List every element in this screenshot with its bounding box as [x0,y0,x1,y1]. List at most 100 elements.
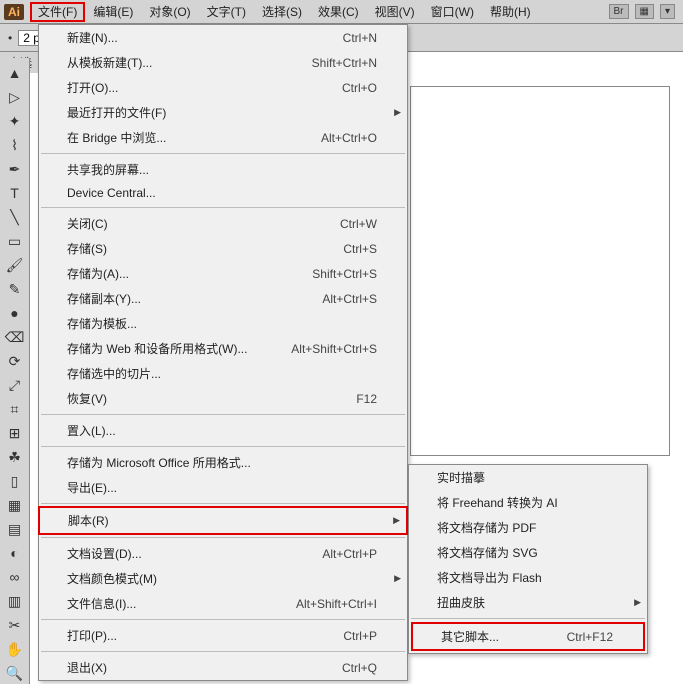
menu-item-label: 置入(L)... [67,422,116,439]
menu-item-最近打开的文件(F)[interactable]: 最近打开的文件(F) [39,100,407,125]
menu-item-label: 打印(P)... [67,627,117,644]
tool-free[interactable]: ⊞ [3,422,27,444]
tool-sel[interactable]: ▲ [3,62,27,84]
menu-item-shortcut: Alt+Ctrl+O [321,131,389,145]
menu-文字(T)[interactable]: 文字(T) [199,2,254,22]
menu-item-存储为模板...[interactable]: 存储为模板... [39,311,407,336]
tool-pencil[interactable]: ✎ [3,278,27,300]
menu-选择(S)[interactable]: 选择(S) [254,2,310,22]
menu-item-label: 新建(N)... [67,29,118,46]
tool-crop[interactable]: ✂ [3,614,27,636]
menu-item-共享我的屏幕...[interactable]: 共享我的屏幕... [39,157,407,182]
menu-item-导出(E)...[interactable]: 导出(E)... [39,475,407,500]
menu-item-Device Central...[interactable]: Device Central... [39,182,407,204]
tool-hand[interactable]: ✋ [3,638,27,660]
menu-item-将文档存储为 PDF[interactable]: 将文档存储为 PDF [409,515,647,540]
menu-item-label: 共享我的屏幕... [67,161,149,178]
tool-eyedrop[interactable]: ◐ [3,542,27,564]
menu-item-label: 将文档存储为 SVG [437,544,538,561]
menu-item-存储为(A)...[interactable]: 存储为(A)...Shift+Ctrl+S [39,261,407,286]
menu-item-存储(S)[interactable]: 存储(S)Ctrl+S [39,236,407,261]
br-icon[interactable]: Br [609,4,629,19]
tool-line[interactable]: ╲ [3,206,27,228]
menu-item-label: 最近打开的文件(F) [67,104,166,121]
menu-item-label: Device Central... [67,186,156,200]
tool-warp[interactable]: ⌗ [3,398,27,420]
menu-item-文档颜色模式(M)[interactable]: 文档颜色模式(M) [39,566,407,591]
tool-rect[interactable]: ▭ [3,230,27,252]
menu-item-关闭(C)[interactable]: 关闭(C)Ctrl+W [39,211,407,236]
menubar: Ai 文件(F)编辑(E)对象(O)文字(T)选择(S)效果(C)视图(V)窗口… [0,0,683,24]
app-badge: Ai [4,4,24,20]
menu-item-label: 从模板新建(T)... [67,54,152,71]
menu-编辑(E)[interactable]: 编辑(E) [85,2,141,22]
menu-item-文件信息(I)...[interactable]: 文件信息(I)... Alt+Shift+Ctrl+I [39,591,407,616]
menu-item-扭曲皮肤[interactable]: 扭曲皮肤 [409,590,647,615]
tool-gradient[interactable]: ▤ [3,518,27,540]
tool-brush[interactable]: 🖌 [3,254,27,276]
menu-item-shortcut: Shift+Ctrl+N [312,56,389,70]
menu-item-在 Bridge 中浏览...[interactable]: 在 Bridge 中浏览... Alt+Ctrl+O [39,125,407,150]
menu-item-将 Freehand 转换为 AI[interactable]: 将 Freehand 转换为 AI [409,490,647,515]
separator [41,619,405,620]
menu-item-打印(P)...[interactable]: 打印(P)...Ctrl+P [39,623,407,648]
menu-item-label: 将 Freehand 转换为 AI [437,494,558,511]
menu-item-label: 将文档存储为 PDF [437,519,536,536]
menu-item-label: 扭曲皮肤 [437,594,485,611]
tool-pen[interactable]: ✒ [3,158,27,180]
menu-item-存储副本(Y)...[interactable]: 存储副本(Y)...Alt+Ctrl+S [39,286,407,311]
menu-item-label: 存储副本(Y)... [67,290,141,307]
tool-direct[interactable]: ▷ [3,86,27,108]
arrange-icon[interactable]: ▦ [635,4,654,19]
menu-item-将文档导出为 Flash[interactable]: 将文档导出为 Flash [409,565,647,590]
tool-wand[interactable]: ✦ [3,110,27,132]
menu-item-从模板新建(T)...[interactable]: 从模板新建(T)... Shift+Ctrl+N [39,50,407,75]
stroke-weight-label: • [8,31,12,45]
menu-视图(V)[interactable]: 视图(V) [367,2,423,22]
menu-item-存储为 Microsoft Office 所用格式...[interactable]: 存储为 Microsoft Office 所用格式... [39,450,407,475]
menu-窗口(W)[interactable]: 窗口(W) [423,2,482,22]
tool-mesh[interactable]: ▦ [3,494,27,516]
menu-item-shortcut: Shift+Ctrl+S [312,267,389,281]
tool-zoom[interactable]: 🔍 [3,662,27,684]
menu-item-将文档存储为 SVG[interactable]: 将文档存储为 SVG [409,540,647,565]
menu-效果(C)[interactable]: 效果(C) [310,2,367,22]
menu-item-shortcut: Ctrl+W [340,217,389,231]
menu-对象(O)[interactable]: 对象(O) [141,2,198,22]
menu-item-置入(L)...[interactable]: 置入(L)... [39,418,407,443]
menu-item-存储选中的切片...[interactable]: 存储选中的切片... [39,361,407,386]
menu-帮助(H)[interactable]: 帮助(H) [482,2,539,22]
tool-graph[interactable]: ▯ [3,470,27,492]
menu-item-shortcut: Ctrl+O [342,81,389,95]
separator [41,207,405,208]
right-toolbar: Br ▦ ▾ [609,4,683,19]
menu-item-存储为 Web 和设备所用格式(W)...[interactable]: 存储为 Web 和设备所用格式(W)...Alt+Shift+Ctrl+S [39,336,407,361]
tool-type[interactable]: T [3,182,27,204]
search-icon[interactable]: ▾ [660,4,675,19]
menu-item-其它脚本...[interactable]: 其它脚本...Ctrl+F12 [411,622,645,651]
menu-item-恢复(V)[interactable]: 恢复(V)F12 [39,386,407,411]
menu-item-退出(X)[interactable]: 退出(X)Ctrl+Q [39,655,407,680]
menu-item-脚本(R)[interactable]: 脚本(R) [38,506,408,535]
menu-item-shortcut: Ctrl+Q [342,661,389,675]
menu-item-label: 存储选中的切片... [67,365,161,382]
menu-item-实时描摹[interactable]: 实时描摹 [409,465,647,490]
menu-item-shortcut: F12 [356,392,389,406]
tool-slice[interactable]: ▥ [3,590,27,612]
tool-lasso[interactable]: ⌇ [3,134,27,156]
tool-symbol[interactable]: ☘ [3,446,27,468]
tool-eraser[interactable]: ⌫ [3,326,27,348]
menu-文件(F)[interactable]: 文件(F) [30,2,85,22]
tool-blend[interactable]: ∞ [3,566,27,588]
menu-item-label: 存储为模板... [67,315,137,332]
menu-item-label: 文件信息(I)... [67,595,136,612]
menu-item-shortcut: Alt+Shift+Ctrl+I [296,597,389,611]
script-submenu: 实时描摹将 Freehand 转换为 AI 将文档存储为 PDF 将文档存储为 SV… [408,464,648,654]
tool-scale[interactable]: ⤢ [3,374,27,396]
menu-item-label: 在 Bridge 中浏览... [67,129,166,146]
menu-item-新建(N)...[interactable]: 新建(N)...Ctrl+N [39,25,407,50]
menu-item-打开(O)...[interactable]: 打开(O)...Ctrl+O [39,75,407,100]
tool-rotate[interactable]: ⟳ [3,350,27,372]
menu-item-文档设置(D)...[interactable]: 文档设置(D)...Alt+Ctrl+P [39,541,407,566]
tool-blob[interactable]: ● [3,302,27,324]
